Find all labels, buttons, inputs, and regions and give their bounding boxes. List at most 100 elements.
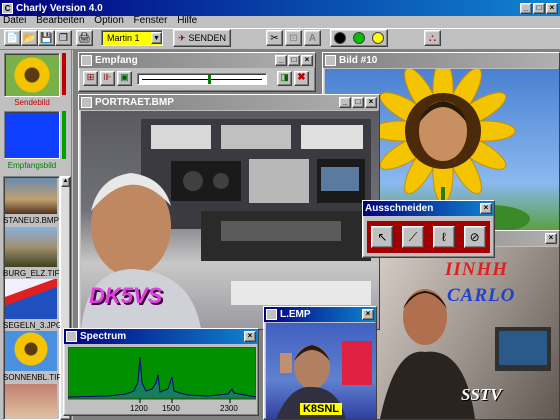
portrait-titlebar: PORTRAET.BMP _ □ ×	[79, 95, 379, 110]
thumb-image-1[interactable]	[5, 178, 57, 214]
portrait-window: PORTRAET.BMP _ □ × DK5VS	[78, 94, 380, 330]
thumb-image-4[interactable]	[5, 331, 57, 371]
lasso-icon[interactable]: ℓ	[432, 226, 455, 248]
chart-icon[interactable]: ⊞	[83, 71, 98, 86]
close-icon[interactable]: ×	[362, 309, 374, 320]
stop-icon[interactable]: ✖	[294, 71, 309, 86]
thumb-image-3[interactable]	[5, 279, 57, 319]
lemp-title: L.EMP	[280, 309, 311, 320]
kssnl-text: K8SNL	[299, 403, 343, 415]
receive-indicator	[62, 111, 66, 159]
spectrum-window: Spectrum × 1200 1500 2300	[63, 328, 259, 416]
max-icon[interactable]: □	[288, 55, 300, 66]
ausschneiden-title: Ausschneiden	[365, 203, 434, 214]
spectrum-title: Spectrum	[80, 331, 127, 342]
empfang-window: Empfang _ □ × ⊞ ⊪ ▣ ◨ ✖	[78, 52, 316, 92]
lemp-image: K8SNL	[266, 323, 376, 419]
close-icon[interactable]: ×	[244, 331, 256, 342]
mode-select-value: Martin 1	[107, 33, 140, 43]
thumb-image-5[interactable]	[5, 384, 57, 418]
ausschneiden-window: Ausschneiden × ↖ ⟋ ℓ ⊘	[362, 200, 495, 258]
portrait-callsign-text: DK5VS	[89, 283, 163, 308]
send-indicator	[62, 53, 66, 95]
close-button[interactable]: ×	[546, 2, 558, 14]
window-icon	[266, 309, 277, 320]
chevron-down-icon[interactable]: ▼	[151, 32, 162, 44]
close-icon[interactable]: ×	[480, 203, 492, 214]
menu-option[interactable]: Option	[94, 15, 123, 26]
send-button[interactable]: ✈ SENDEN	[173, 29, 231, 47]
save-icon[interactable]: 💾	[38, 30, 55, 46]
exit-icon[interactable]: ⛬	[424, 30, 441, 46]
spectrum-plot: 1200 1500 2300	[68, 347, 256, 413]
antenna-icon: ✈	[177, 32, 186, 43]
carlo-text-3: SSTV	[461, 385, 502, 404]
ausschneiden-toolbar: ↖ ⟋ ℓ ⊘	[367, 221, 490, 253]
ausschneiden-titlebar: Ausschneiden ×	[363, 201, 494, 216]
receive-label: Empfangsbild	[7, 161, 57, 170]
save-received-icon[interactable]: ◨	[277, 71, 292, 86]
empfang-titlebar: Empfang _ □ ×	[79, 53, 315, 68]
kssnl-banner: K8SNL	[266, 403, 376, 415]
cancel-icon[interactable]: ⊘	[463, 226, 486, 248]
print-icon[interactable]: 🖨	[76, 30, 93, 46]
status-light-yellow	[371, 32, 384, 44]
spectrum-titlebar: Spectrum ×	[64, 329, 258, 344]
bild10-titlebar: Bild #10	[323, 53, 559, 68]
minimize-button[interactable]: _	[520, 2, 532, 14]
thumb-label-1: STANEU3.BMP	[3, 216, 59, 225]
tick-label-1200: 1200	[130, 404, 148, 413]
status-light-black	[334, 32, 347, 44]
close-icon[interactable]: ×	[365, 97, 377, 108]
mode-select[interactable]: Martin 1 ▼	[101, 30, 163, 46]
receive-image-thumb[interactable]	[4, 111, 60, 159]
menu-fenster[interactable]: Fenster	[134, 15, 168, 26]
scissors-icon[interactable]: ✂	[266, 30, 283, 46]
slider-thumb[interactable]	[208, 75, 211, 84]
carlo-window: × IINHH CARLO SSTV	[372, 230, 560, 420]
equalizer-icon[interactable]: ⊪	[100, 71, 115, 86]
open-folder-icon[interactable]: 📂	[21, 30, 38, 46]
maximize-button[interactable]: □	[533, 2, 545, 14]
portrait-image: DK5VS	[81, 111, 379, 329]
signal-slider[interactable]	[137, 73, 267, 85]
text-icon[interactable]: A	[304, 30, 321, 46]
carlo-text-2: CARLO	[447, 285, 516, 306]
portrait-title: PORTRAET.BMP	[95, 97, 174, 108]
crop-select-icon[interactable]: ⟋	[402, 226, 425, 248]
menu-datei[interactable]: Datei	[3, 15, 26, 26]
carlo-image: IINHH CARLO SSTV	[375, 247, 559, 419]
menu-bearbeiten[interactable]: Bearbeiten	[36, 15, 84, 26]
window-icon	[81, 55, 92, 66]
close-icon[interactable]: ×	[301, 55, 313, 66]
status-lights	[330, 29, 388, 47]
tick-label-2300: 2300	[220, 404, 238, 413]
status-light-green	[352, 32, 365, 44]
thumb-image-2[interactable]	[5, 227, 57, 267]
new-file-icon[interactable]: 📄	[4, 30, 21, 46]
window-icon	[66, 331, 77, 342]
lemp-window: L.EMP × K8SNL	[263, 306, 377, 420]
window-icon	[81, 97, 92, 108]
max-icon[interactable]: □	[352, 97, 364, 108]
pointer-icon[interactable]: ↖	[371, 226, 394, 248]
thumb-label-3: SEGELN_3.JPG	[3, 321, 63, 330]
send-image-thumb[interactable]	[4, 53, 60, 97]
scroll-up-icon[interactable]: ▲	[61, 177, 70, 187]
bild10-title: Bild #10	[339, 55, 378, 66]
monitor-icon[interactable]: ▣	[117, 71, 132, 86]
crop-icon[interactable]: ⊡	[285, 30, 302, 46]
menu-bar: Datei Bearbeiten Option Fenster Hilfe	[3, 14, 204, 28]
menu-hilfe[interactable]: Hilfe	[177, 15, 197, 26]
app-icon: C	[2, 2, 13, 14]
min-icon[interactable]: _	[275, 55, 287, 66]
lemp-titlebar: L.EMP ×	[264, 307, 376, 322]
carlo-text-1: IINHH	[445, 259, 509, 280]
thumb-label-4: SONNENBL.TIF	[3, 373, 62, 382]
copy-icon[interactable]: ❐	[55, 30, 72, 46]
app-title: Charly Version 4.0	[16, 2, 103, 14]
min-icon[interactable]: _	[339, 97, 351, 108]
send-button-label: SENDEN	[188, 33, 227, 43]
window-icon	[325, 55, 336, 66]
close-icon[interactable]: ×	[545, 233, 557, 244]
